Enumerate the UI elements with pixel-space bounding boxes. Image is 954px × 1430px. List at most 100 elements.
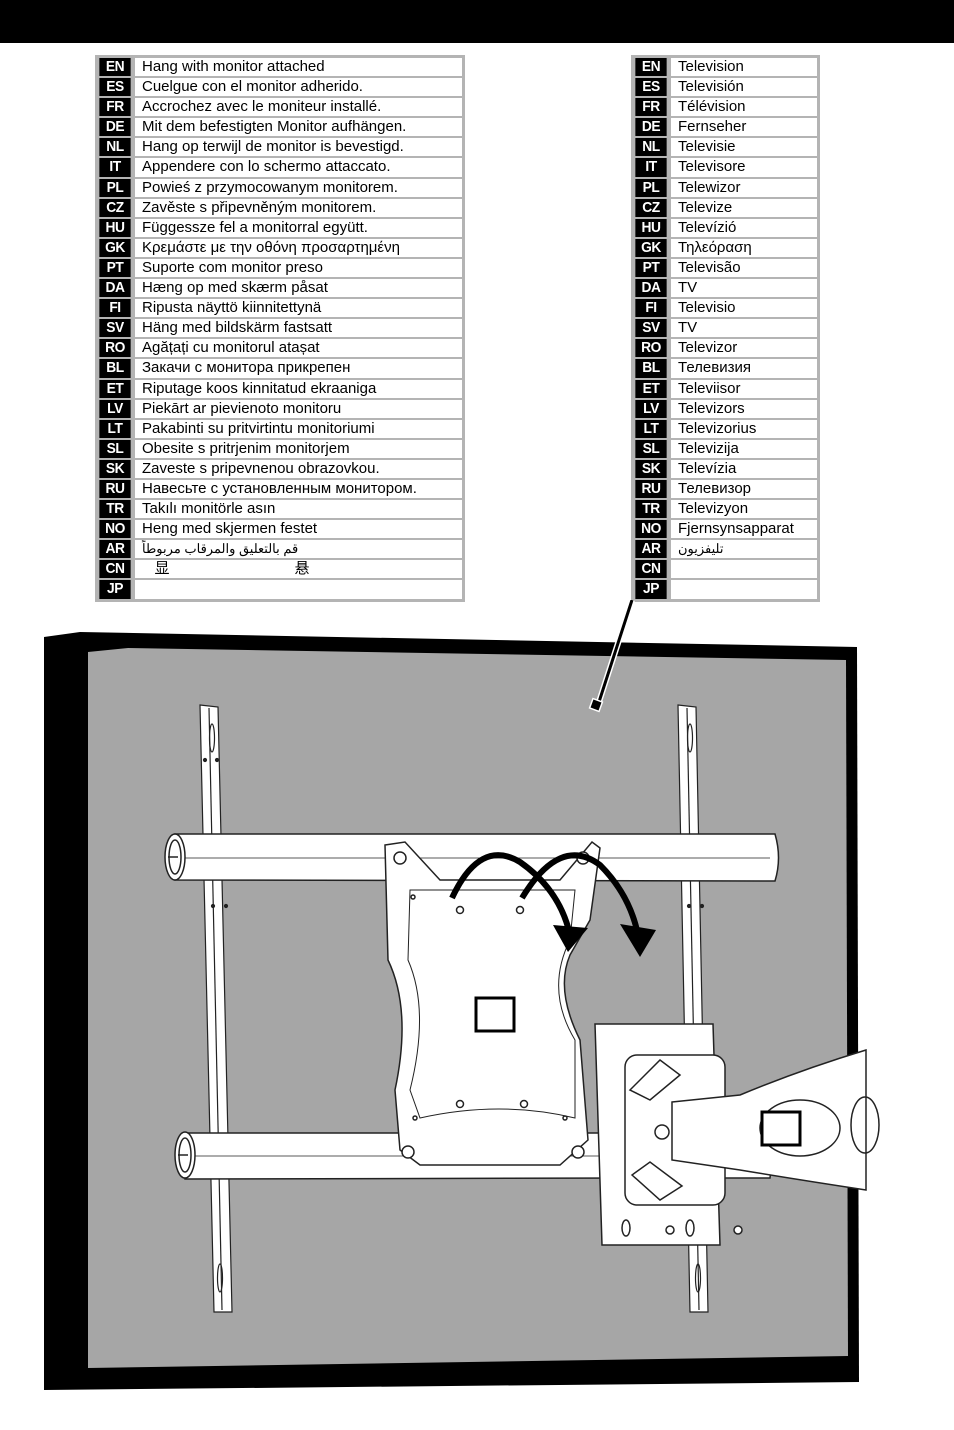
language-code-badge: FR [635, 98, 667, 117]
translation-text: Κρεμάστε με την οθόνη προσαρτημένη [135, 238, 462, 257]
translation-text: TV [671, 319, 817, 338]
table-row: IT Appendere con lo schermo attaccato. [98, 158, 462, 177]
language-code-badge: RO [99, 339, 131, 358]
translation-text: Закачи с монитора прикрепен [135, 359, 462, 378]
table-row: NL Televisie [634, 138, 817, 157]
table-row: SK Televízia [634, 459, 817, 478]
language-code-badge: FR [99, 98, 131, 117]
translation-text: Takılı monitörle asın [135, 500, 462, 519]
translation-text: Accrochez avec le moniteur installé. [135, 98, 462, 117]
language-code-badge: NL [99, 138, 131, 157]
language-code-badge: DE [635, 118, 667, 137]
translation-text: Fernseher [671, 118, 817, 137]
language-code-badge: NO [99, 520, 131, 539]
translation-text: Televizija [671, 439, 817, 458]
table-row: RU Телевизор [634, 479, 817, 499]
language-code-badge: DA [635, 279, 667, 298]
translation-text: Powieś z przymocowanym monitorem. [135, 178, 462, 197]
table-row: SL Televizija [634, 439, 817, 458]
table-row: LV Televizors [634, 399, 817, 418]
television-language-table: EN Television ES Televisión FR Télévision DE Fe… [631, 55, 820, 602]
table-row: NO Heng med skjermen festet [98, 520, 462, 539]
language-code-badge: RU [635, 479, 667, 499]
translation-text: Televisão [671, 258, 817, 278]
top-black-bar [0, 0, 954, 43]
wall-mount-illustration [44, 600, 880, 1390]
translation-text: Televízió [671, 218, 817, 237]
table-row: BL Закачи с монитора прикрепен [98, 359, 462, 378]
translation-text: Zaveste s pripevnenou obrazovkou. [135, 459, 462, 478]
language-code-badge: JP [635, 580, 667, 599]
language-code-badge: SK [99, 459, 131, 478]
language-code-badge: SL [99, 439, 131, 458]
translation-text: 显 悬 [135, 560, 462, 579]
language-code-badge: CZ [99, 198, 131, 217]
language-code-badge: EN [99, 58, 131, 77]
table-row: SV TV [634, 319, 817, 338]
translation-text: Obesite s pritrjenim monitorjem [135, 439, 462, 458]
translation-text: Ripusta näyttö kiinnitettynä [135, 299, 462, 318]
table-row: IT Televisore [634, 158, 817, 177]
language-code-badge: EN [635, 58, 667, 77]
table-row: LV Piekārt ar pievienoto monitoru [98, 399, 462, 418]
table-row: DA Hæng op med skærm påsat [98, 279, 462, 298]
table-row: ET Riputage koos kinnitatud ekraaniga [98, 379, 462, 398]
translation-text: Televízia [671, 459, 817, 478]
translation-text: Телевизор [671, 479, 817, 499]
language-code-badge: BL [99, 359, 131, 378]
language-code-badge: SV [99, 319, 131, 338]
table-row: FR Accrochez avec le moniteur installé. [98, 98, 462, 117]
translation-text: TV [671, 279, 817, 298]
translation-text: Televisie [671, 138, 817, 157]
language-code-badge: HU [99, 218, 131, 237]
translation-text: تليفزيون [671, 540, 817, 559]
translation-text: Függessze fel a monitorral együtt. [135, 218, 462, 237]
table-row: CZ Televize [634, 198, 817, 217]
translation-text: Heng med skjermen festet [135, 520, 462, 539]
language-code-badge: NL [635, 138, 667, 157]
translation-text: Television [671, 58, 817, 77]
table-row: EN Television [634, 58, 817, 77]
table-row: TR Takılı monitörle asın [98, 500, 462, 519]
monitor-plate-label-box [474, 996, 516, 1033]
table-row: AR تليفزيون [634, 540, 817, 559]
table-row: NL Hang op terwijl de monitor is bevestig… [98, 138, 462, 157]
table-row: DA TV [634, 279, 817, 298]
table-row: RO Agățați cu monitorul atașat [98, 339, 462, 358]
language-code-badge: ET [635, 379, 667, 398]
table-row: HU Függessze fel a monitorral együtt. [98, 218, 462, 237]
translation-text: Telewizor [671, 178, 817, 197]
table-row: SL Obesite s pritrjenim monitorjem [98, 439, 462, 458]
language-code-badge: IT [99, 158, 131, 177]
table-row: SV Häng med bildskärm fastsatt [98, 319, 462, 338]
table-row: RO Televizor [634, 339, 817, 358]
translation-text: Televisore [671, 158, 817, 177]
table-row: SK Zaveste s pripevnenou obrazovkou. [98, 459, 462, 478]
table-row: FI Televisio [634, 299, 817, 318]
language-code-badge: SL [635, 439, 667, 458]
translation-text: Fjernsynsapparat [671, 520, 817, 539]
table-row: ES Cuelgue con el monitor adherido. [98, 78, 462, 97]
language-code-badge: CN [635, 560, 667, 579]
translation-text: Televize [671, 198, 817, 217]
table-row: FI Ripusta näyttö kiinnitettynä [98, 299, 462, 318]
language-code-badge: AR [635, 540, 667, 559]
language-code-badge: LV [635, 399, 667, 418]
table-row: PL Telewizor [634, 178, 817, 197]
table-row: NO Fjernsynsapparat [634, 520, 817, 539]
language-code-badge: ES [99, 78, 131, 97]
language-code-badge: DE [99, 118, 131, 137]
translation-text [671, 580, 817, 599]
language-code-badge: GK [635, 238, 667, 257]
language-code-badge: PT [635, 258, 667, 278]
translation-text: Televizor [671, 339, 817, 358]
language-code-badge: LV [99, 399, 131, 418]
table-row: JP [98, 580, 462, 599]
translation-text: Riputage koos kinnitatud ekraaniga [135, 379, 462, 398]
language-code-badge: PT [99, 258, 131, 278]
table-row: FR Télévision [634, 98, 817, 117]
translation-text: Mit dem befestigten Monitor aufhängen. [135, 118, 462, 137]
translation-text: Cuelgue con el monitor adherido. [135, 78, 462, 97]
table-row: CN 显 悬 [98, 560, 462, 579]
language-code-badge: LT [635, 419, 667, 438]
